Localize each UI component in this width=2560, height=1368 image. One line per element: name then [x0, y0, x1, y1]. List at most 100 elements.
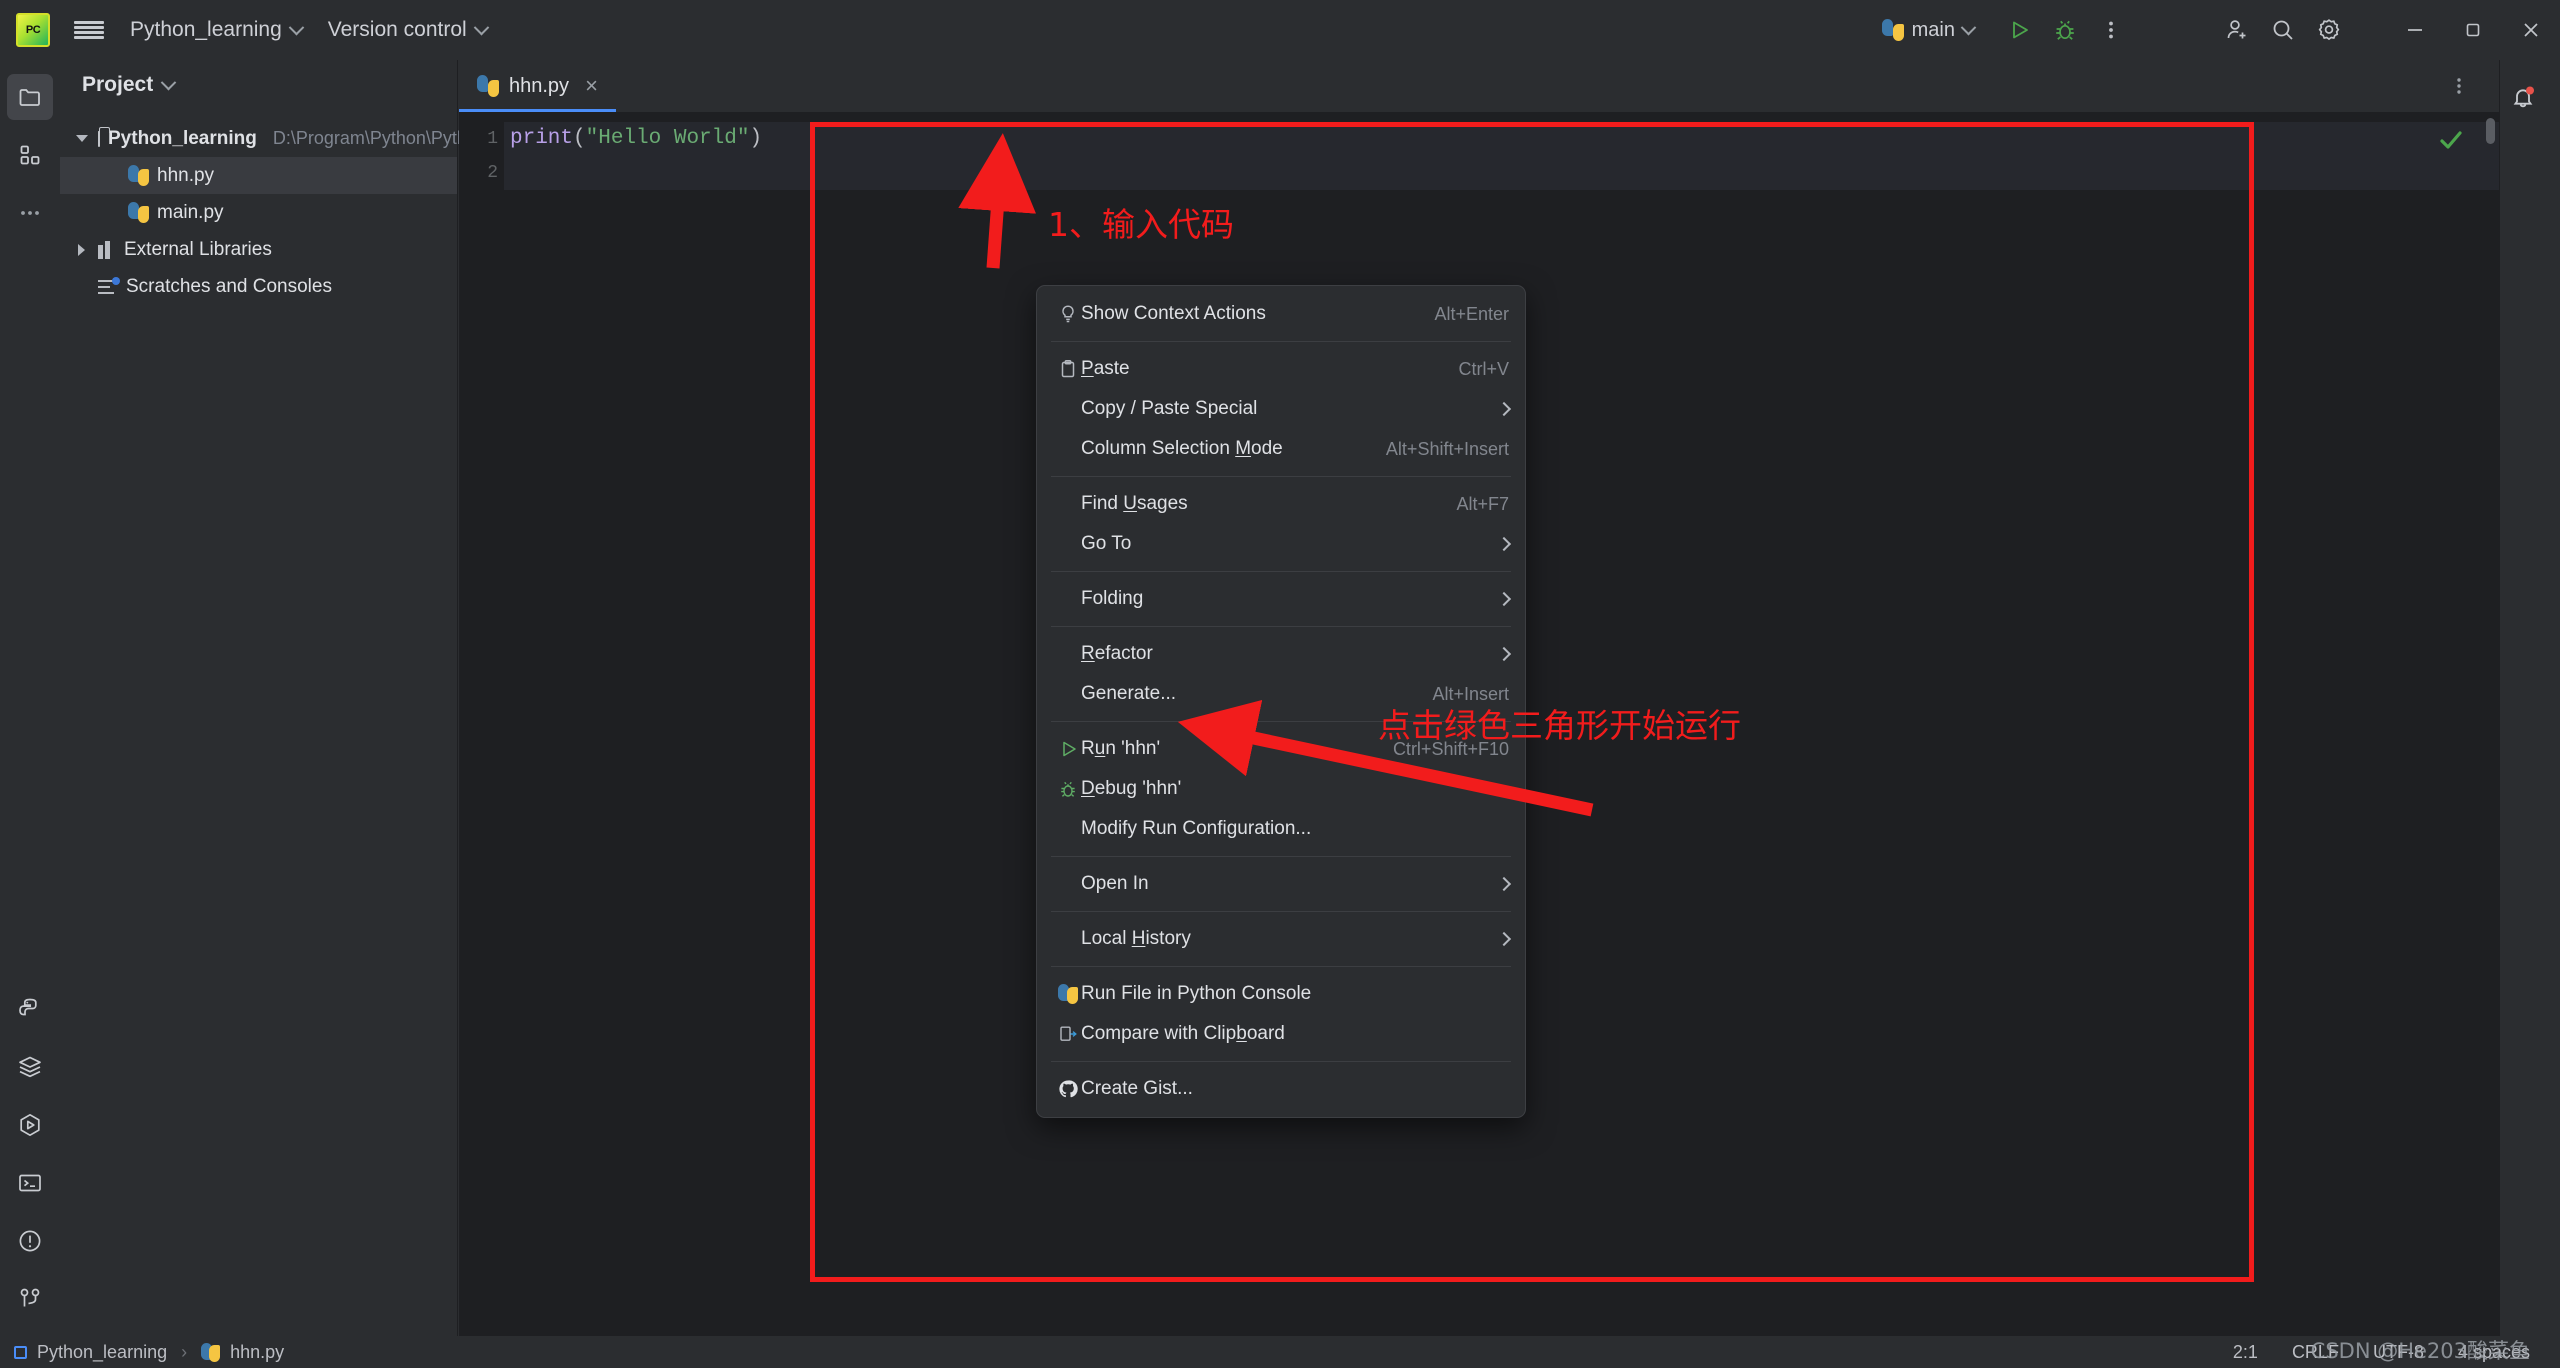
context-menu-item-shortcut: Alt+F7 [1456, 493, 1509, 514]
clipboard-icon [1055, 359, 1081, 379]
tree-item[interactable]: Scratches and Consoles [60, 268, 457, 305]
context-menu-item-shortcut: Alt+Enter [1434, 303, 1509, 324]
context-menu-item-label: Open In [1081, 873, 1149, 894]
context-menu-item-label: Create Gist... [1081, 1078, 1193, 1099]
line-separator[interactable]: CRLF [2292, 1342, 2339, 1363]
project-tree: Python_learning D:\Program\Python\Python_… [60, 110, 561, 305]
context-menu-item[interactable]: Folding [1037, 579, 1525, 619]
version-control-dropdown[interactable]: Version control [328, 18, 489, 42]
python-file-icon [128, 202, 149, 223]
right-tool-rail [2499, 60, 2560, 1336]
debug-button[interactable] [2042, 7, 2088, 53]
tree-item-label: External Libraries [124, 238, 272, 260]
pycharm-logo-icon [16, 13, 50, 47]
hamburger-menu-icon[interactable] [74, 19, 104, 41]
more-options-button[interactable] [2088, 7, 2134, 53]
tree-item[interactable]: hhn.py [60, 157, 457, 194]
editor-tab-bar: hhn.py × [459, 60, 2499, 112]
run-configuration-selector[interactable]: main [1876, 19, 1980, 42]
rail-run-button[interactable] [7, 1102, 53, 1148]
minimize-button[interactable] [2386, 0, 2444, 60]
rail-more-button[interactable] [7, 190, 53, 236]
tree-item[interactable]: External Libraries [60, 231, 457, 268]
context-menu-item[interactable]: Create Gist... [1037, 1069, 1525, 1109]
context-menu-item-label: Modify Run Configuration... [1081, 818, 1312, 839]
chevron-down-icon[interactable] [74, 131, 90, 147]
context-menu-item[interactable]: Local History [1037, 919, 1525, 959]
context-menu-item[interactable]: Modify Run Configuration... [1037, 809, 1525, 849]
rail-project-button[interactable] [7, 74, 53, 120]
status-bar: Python_learning › hhn.py 2:1 CRLF UTF-8 … [0, 1336, 2560, 1368]
context-menu-item-label: Compare with Clipboard [1081, 1023, 1285, 1044]
context-menu-item-label: Find Usages [1081, 493, 1188, 514]
file-encoding[interactable]: UTF-8 [2373, 1342, 2424, 1363]
context-menu-item[interactable]: Find Usages Alt+F7 [1037, 484, 1525, 524]
indent-setting[interactable]: 4 spaces [2458, 1342, 2530, 1363]
rail-python-console-button[interactable] [7, 986, 53, 1032]
python-file-icon [201, 1342, 221, 1362]
context-menu-item-shortcut: Ctrl+V [1458, 358, 1509, 379]
context-menu-item[interactable]: Generate... Alt+Insert [1037, 674, 1525, 714]
project-panel-title: Project [82, 73, 154, 96]
line-number: 1 [487, 129, 498, 149]
context-menu-item[interactable]: Show Context Actions Alt+Enter [1037, 294, 1525, 334]
editor-context-menu: Show Context Actions Alt+Enter Paste Ctrl+V… [1036, 285, 1526, 1118]
tree-item[interactable]: Python_learning D:\Program\Python\Python_… [60, 120, 561, 157]
python-icon [1881, 19, 1904, 41]
context-menu-item[interactable]: Column Selection Mode Alt+Shift+Insert [1037, 429, 1525, 469]
context-menu-item-label: Run File in Python Console [1081, 983, 1312, 1004]
close-button[interactable] [2502, 0, 2560, 60]
context-menu-item[interactable]: Copy / Paste Special [1037, 389, 1525, 429]
context-menu-item[interactable]: Compare with Clipboard [1037, 1014, 1525, 1054]
submenu-chevron-icon [1496, 876, 1512, 892]
tree-item[interactable]: main.py [60, 194, 457, 231]
library-icon [98, 240, 116, 259]
rail-problems-button[interactable] [7, 1218, 53, 1264]
search-button[interactable] [2260, 7, 2306, 53]
rail-database-button[interactable] [7, 1044, 53, 1090]
rail-terminal-button[interactable] [7, 1160, 53, 1206]
context-menu-item[interactable]: Paste Ctrl+V [1037, 349, 1525, 389]
context-menu-item-label: Go To [1081, 533, 1132, 554]
tree-item-label: Scratches and Consoles [126, 275, 332, 297]
line-number: 2 [487, 163, 498, 183]
context-menu-item-shortcut: Alt+Insert [1432, 683, 1509, 704]
add-user-button[interactable] [2214, 7, 2260, 53]
menu-separator [1051, 571, 1511, 572]
scratches-icon [98, 276, 120, 296]
rail-structure-button[interactable] [7, 132, 53, 178]
chevron-right-icon[interactable] [74, 242, 90, 258]
line-number-gutter: 12 [459, 112, 504, 1336]
project-panel-header[interactable]: Project [60, 60, 457, 110]
context-menu-item[interactable]: Open In [1037, 864, 1525, 904]
context-menu-item[interactable]: Go To [1037, 524, 1525, 564]
chevron-down-icon [288, 19, 305, 35]
context-menu-item[interactable]: Run 'hhn' Ctrl+Shift+F10 [1037, 729, 1525, 769]
context-menu-item[interactable]: Refactor [1037, 634, 1525, 674]
context-menu-item-shortcut: Ctrl+Shift+F10 [1392, 738, 1509, 759]
maximize-button[interactable] [2444, 0, 2502, 60]
editor-options-button[interactable] [2439, 60, 2479, 112]
code-token-string: "Hello World" [585, 127, 750, 150]
notifications-button[interactable] [2500, 74, 2546, 120]
status-breadcrumb: Python_learning › hhn.py [0, 1342, 284, 1363]
context-menu-item-label: Debug 'hhn' [1081, 778, 1182, 799]
run-button[interactable] [1996, 7, 2042, 53]
rail-version-control-button[interactable] [7, 1276, 53, 1322]
editor-scrollbar-thumb[interactable] [2486, 118, 2495, 144]
context-menu-item[interactable]: Debug 'hhn' [1037, 769, 1525, 809]
breadcrumb-file-label[interactable]: hhn.py [230, 1342, 284, 1363]
context-menu-item-label: Paste [1081, 358, 1130, 379]
inspections-ok-check-icon[interactable] [2437, 126, 2465, 159]
breadcrumb-module-label[interactable]: Python_learning [37, 1342, 167, 1363]
context-menu-item[interactable]: Run File in Python Console [1037, 974, 1525, 1014]
editor-tab-hhn[interactable]: hhn.py × [459, 60, 616, 112]
project-name-dropdown[interactable]: Python_learning [130, 18, 305, 42]
code-token-open-paren: ( [573, 127, 586, 150]
close-tab-icon[interactable]: × [585, 75, 598, 97]
project-tool-window: Project Python_learning D:\Program\Python… [60, 60, 561, 1336]
settings-button[interactable] [2306, 7, 2352, 53]
breadcrumb-separator: › [181, 1341, 188, 1362]
caret-position[interactable]: 2:1 [2233, 1342, 2258, 1363]
